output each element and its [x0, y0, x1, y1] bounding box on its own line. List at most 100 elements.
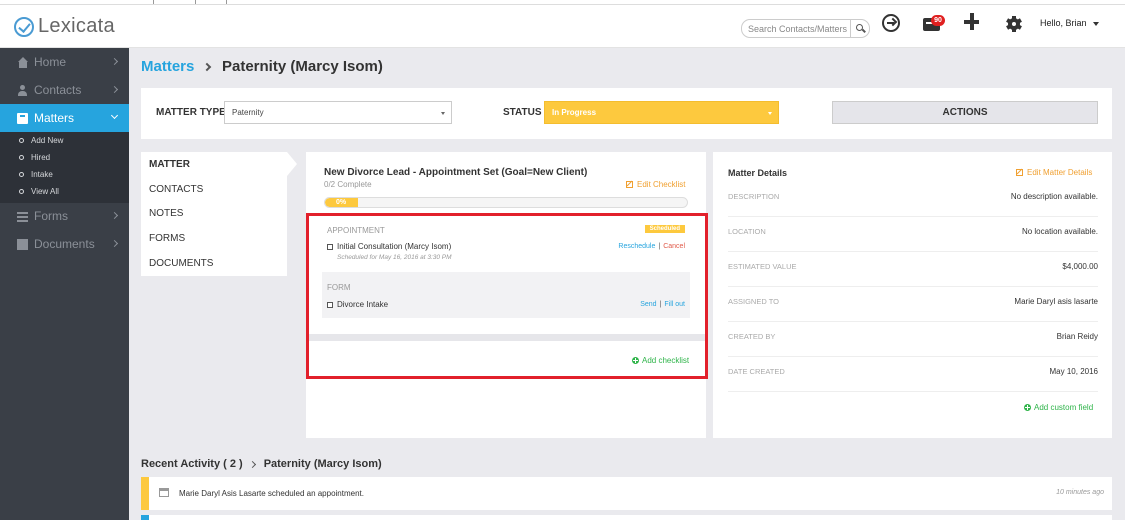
sidebar-item-matters[interactable]: Matters — [0, 104, 129, 132]
activity-text: Marie Daryl Asis Lasarte scheduled an ap… — [179, 489, 364, 498]
home-icon — [17, 56, 28, 68]
subnav-add-new[interactable]: Add New — [19, 136, 63, 145]
appointment-section: APPOINTMENT Scheduled Initial Consultati… — [322, 217, 690, 270]
reschedule-link[interactable]: Reschedule — [618, 243, 655, 250]
checklist-item: Initial Consultation (Marcy Isom) — [327, 242, 451, 251]
matter-type-label: MATTER TYPE — [156, 107, 226, 118]
section-label: APPOINTMENT — [327, 226, 385, 235]
calendar-icon — [159, 488, 169, 497]
matter-type-value: Paternity — [232, 108, 264, 117]
active-tab-pointer — [287, 152, 297, 176]
edit-icon — [626, 181, 633, 188]
chevron-right-icon — [110, 57, 119, 66]
detail-row: CREATED BY Brian Reidy — [728, 322, 1098, 357]
subnav-label: Intake — [31, 170, 53, 179]
tab-contacts[interactable]: CONTACTS — [149, 184, 203, 195]
search-box — [741, 19, 870, 38]
recent-activity-label: Recent Activity ( 2 ) — [141, 458, 243, 470]
sidebar-item-label: Contacts — [34, 83, 82, 97]
detail-value: No description available. — [1010, 192, 1098, 201]
circle-icon — [19, 189, 24, 194]
status-select[interactable]: In Progress — [544, 101, 779, 124]
matter-bar: MATTER TYPE Paternity STATUS In Progress… — [141, 88, 1112, 139]
sidebar-item-contacts[interactable]: Contacts — [0, 76, 129, 104]
status-label: STATUS — [503, 107, 542, 118]
item-actions: Send | Fill out — [640, 301, 685, 308]
caret-down-icon — [441, 112, 445, 115]
tab-documents[interactable]: DOCUMENTS — [149, 258, 213, 269]
chevron-right-icon — [110, 85, 119, 94]
activity-time: 10 minutes ago — [1056, 489, 1104, 496]
chevron-right-icon — [110, 211, 119, 220]
detail-row: LOCATION No location available. — [728, 217, 1098, 252]
subnav-hired[interactable]: Hired — [19, 153, 50, 162]
section-label: FORM — [327, 283, 351, 292]
page-title: Paternity (Marcy Isom) — [222, 58, 383, 75]
matter-type-select[interactable]: Paternity — [224, 101, 452, 124]
arrow-right-circle-icon[interactable] — [882, 14, 900, 32]
checklist-title: New Divorce Lead - Appointment Set (Goal… — [324, 167, 588, 178]
subnav-label: View All — [31, 187, 59, 196]
fill-out-link[interactable]: Fill out — [664, 301, 685, 308]
tab-forms[interactable]: FORMS — [149, 233, 185, 244]
search-input[interactable] — [742, 21, 850, 36]
tab-notes[interactable]: NOTES — [149, 208, 183, 219]
actions-button[interactable]: ACTIONS — [832, 101, 1098, 124]
add-checklist-link[interactable]: Add checklist — [632, 356, 689, 365]
progress-fill: 0% — [325, 198, 358, 207]
matters-subnav: Add New Hired Intake View All — [0, 132, 129, 203]
cancel-link[interactable]: Cancel — [663, 243, 685, 250]
detail-key: DATE CREATED — [728, 367, 785, 376]
list-icon — [17, 211, 28, 222]
item-checkbox[interactable] — [327, 243, 333, 250]
send-link[interactable]: Send — [640, 301, 656, 308]
plus-circle-icon — [632, 357, 639, 364]
detail-row: ESTIMATED VALUE $4,000.00 — [728, 252, 1098, 287]
add-checklist-label: Add checklist — [642, 356, 690, 365]
user-menu[interactable]: Hello, Brian — [1040, 18, 1099, 28]
detail-row: DESCRIPTION No description available. — [728, 182, 1098, 217]
status-badge: Scheduled — [644, 225, 685, 233]
edit-checklist-label: Edit Checklist — [637, 180, 686, 189]
item-label: Initial Consultation (Marcy Isom) — [337, 242, 452, 251]
plus-icon[interactable] — [964, 13, 982, 32]
detail-key: ASSIGNED TO — [728, 297, 779, 306]
item-schedule-meta: Scheduled for May 16, 2016 at 3:30 PM — [337, 254, 452, 261]
recent-activity-header: Recent Activity ( 2 ) Paternity (Marcy I… — [141, 458, 382, 470]
edit-matter-details-link[interactable]: Edit Matter Details — [1016, 168, 1092, 177]
details-title: Matter Details — [728, 168, 788, 178]
sidebar-item-label: Forms — [34, 209, 68, 223]
item-checkbox[interactable] — [327, 301, 333, 308]
add-custom-field-label: Add custom field — [1034, 403, 1094, 412]
user-icon — [17, 84, 28, 96]
document-icon — [17, 238, 28, 250]
add-custom-field-link[interactable]: Add custom field — [1024, 403, 1093, 412]
check-circle-icon — [14, 16, 34, 37]
caret-down-icon — [1092, 21, 1099, 26]
logo[interactable]: Lexicata — [14, 15, 115, 38]
edit-checklist-link[interactable]: Edit Checklist — [626, 180, 685, 189]
search-icon[interactable] — [850, 20, 868, 37]
circle-icon — [19, 138, 24, 143]
chevron-right-icon — [110, 239, 119, 248]
sidebar-item-documents[interactable]: Documents — [0, 230, 129, 258]
sidebar-item-label: Documents — [34, 237, 95, 251]
breadcrumb-matters-link[interactable]: Matters — [141, 58, 194, 75]
matters-icon — [17, 112, 28, 124]
chevron-right-icon — [248, 460, 256, 468]
checklist-card: New Divorce Lead - Appointment Set (Goal… — [306, 152, 706, 438]
gear-icon[interactable] — [1006, 16, 1022, 32]
matter-tabs: MATTER CONTACTS NOTES FORMS DOCUMENTS — [141, 152, 287, 276]
subnav-intake[interactable]: Intake — [19, 170, 53, 179]
chevron-down-icon — [110, 111, 119, 120]
sidebar-item-home[interactable]: Home — [0, 48, 129, 76]
tab-matter[interactable]: MATTER — [149, 159, 190, 170]
chevron-right-icon — [202, 62, 212, 72]
sidebar: Home Contacts Matters Add New Hired Inta… — [0, 48, 129, 520]
sidebar-item-forms[interactable]: Forms — [0, 202, 129, 230]
subnav-view-all[interactable]: View All — [19, 187, 59, 196]
status-value: In Progress — [552, 108, 597, 117]
detail-value: No location available. — [1021, 227, 1098, 236]
detail-key: LOCATION — [728, 227, 766, 236]
item-actions: Reschedule | Cancel — [618, 243, 685, 250]
